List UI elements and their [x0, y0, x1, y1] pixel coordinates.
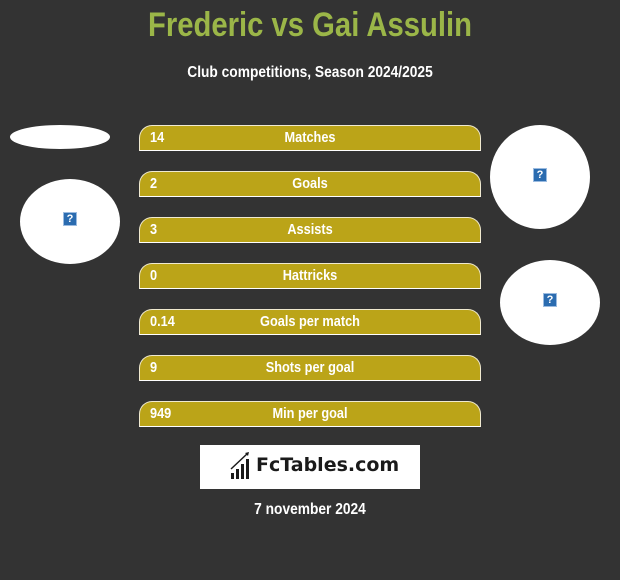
stat-label: Goals: [292, 175, 328, 192]
stat-value: 0: [150, 267, 158, 284]
stat-row-min-per-goal: 949 Min per goal: [139, 401, 481, 427]
stat-row-goals: 2 Goals: [139, 171, 481, 197]
right-team-logo: ?: [500, 260, 600, 345]
left-player-avatar: ?: [20, 179, 120, 264]
stat-value: 14: [150, 129, 165, 146]
right-player-avatar: ?: [490, 125, 590, 229]
page-title: Frederic vs Gai Assulin: [148, 6, 472, 44]
stat-label: Min per goal: [272, 405, 348, 422]
page-subtitle: Club competitions, Season 2024/2025: [187, 64, 433, 81]
logo-text: FcTables.com: [256, 454, 400, 476]
bar-chart-icon: [230, 452, 249, 479]
stat-value: 2: [150, 175, 158, 192]
stat-label: Goals per match: [260, 313, 360, 330]
broken-image-icon: ?: [63, 212, 77, 226]
stat-row-goals-per-match: 0.14 Goals per match: [139, 309, 481, 335]
stat-label: Assists: [287, 221, 333, 238]
left-team-logo: [10, 125, 110, 149]
stat-row-assists: 3 Assists: [139, 217, 481, 243]
stat-row-matches: 14 Matches: [139, 125, 481, 151]
broken-image-icon: ?: [543, 293, 557, 307]
fctables-logo[interactable]: FcTables.com: [200, 445, 420, 489]
date-label: 7 november 2024: [254, 501, 366, 518]
stat-row-shots-per-goal: 9 Shots per goal: [139, 355, 481, 381]
stat-label: Shots per goal: [265, 359, 355, 376]
stat-value: 3: [150, 221, 158, 238]
broken-image-icon: ?: [533, 168, 547, 182]
stat-row-hattricks: 0 Hattricks: [139, 263, 481, 289]
stat-label: Hattricks: [282, 267, 338, 284]
stat-value: 9: [150, 359, 158, 376]
stat-label: Matches: [284, 129, 336, 146]
